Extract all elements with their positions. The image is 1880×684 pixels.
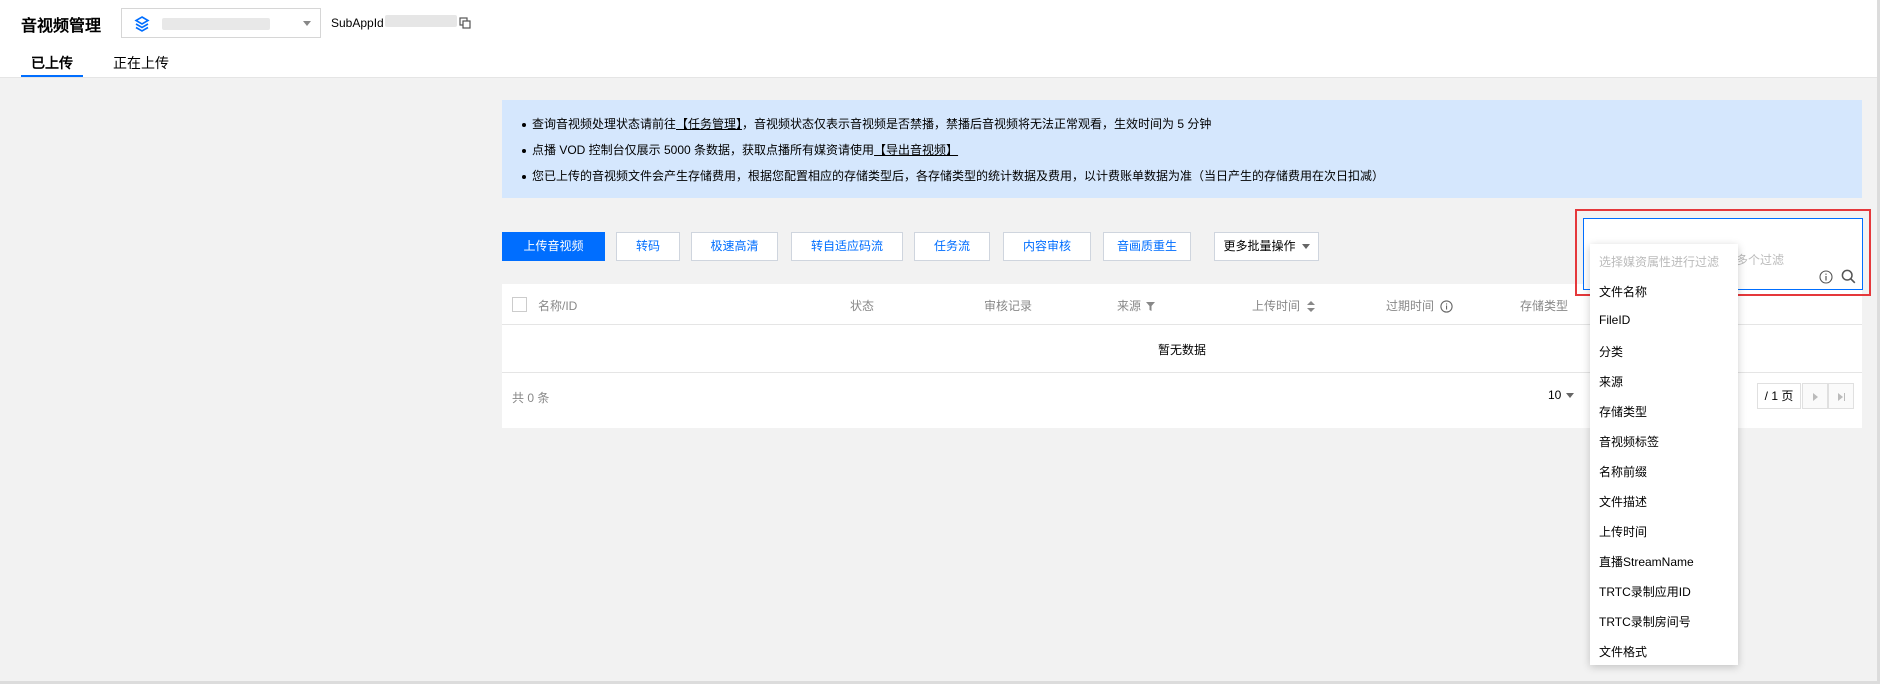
- chevron-down-icon: [1301, 244, 1310, 250]
- remaster-button[interactable]: 音画质重生: [1103, 232, 1191, 261]
- column-status: 状态: [850, 299, 875, 313]
- dropdown-hint: 选择媒资属性进行过滤: [1599, 255, 1720, 269]
- filter-option-source[interactable]: 来源: [1599, 373, 1623, 390]
- notice-panel: 查询音视频处理状态请前往【任务管理】，音视频状态仅表示音视频是否禁播，禁播后音视…: [502, 100, 1862, 198]
- column-review-record: 审核记录: [984, 299, 1033, 313]
- tab-uploading[interactable]: 正在上传: [113, 53, 169, 73]
- filter-option-trtc-room-id[interactable]: TRTC录制房间号: [1599, 613, 1691, 630]
- next-page-button[interactable]: [1802, 383, 1828, 409]
- filter-option-fileid[interactable]: FileID: [1599, 313, 1630, 327]
- more-batch-actions-button[interactable]: 更多批量操作: [1214, 232, 1319, 261]
- layers-icon: [134, 16, 150, 32]
- app-selector[interactable]: [121, 8, 321, 38]
- filter-option-upload-time[interactable]: 上传时间: [1599, 523, 1647, 540]
- transcode-button[interactable]: 转码: [616, 232, 680, 261]
- filter-option-stream-name[interactable]: 直播StreamName: [1599, 553, 1694, 570]
- filter-icon[interactable]: [1146, 302, 1156, 312]
- copy-icon[interactable]: [459, 17, 471, 29]
- page-total: / 1 页: [1757, 383, 1801, 409]
- filter-option-description[interactable]: 文件描述: [1599, 493, 1647, 510]
- app-name-redacted: [162, 18, 270, 30]
- chevron-down-icon: [1566, 393, 1575, 399]
- column-name-id: 名称/ID: [538, 299, 578, 313]
- filter-option-storage-type[interactable]: 存储类型: [1599, 403, 1647, 420]
- filter-option-trtc-app-id[interactable]: TRTC录制应用ID: [1599, 583, 1691, 600]
- taskflow-button[interactable]: 任务流: [914, 232, 990, 261]
- info-icon[interactable]: [1440, 300, 1454, 313]
- subapp-id-redacted: [385, 15, 457, 27]
- filter-option-name-prefix[interactable]: 名称前缀: [1599, 463, 1647, 480]
- column-expire-time: 过期时间: [1386, 297, 1454, 314]
- column-storage-type: 存储类型: [1520, 299, 1569, 313]
- filter-option-file-format[interactable]: 文件格式: [1599, 643, 1647, 660]
- filter-option-category[interactable]: 分类: [1599, 343, 1623, 360]
- sort-icon[interactable]: [1307, 301, 1316, 313]
- content-moderation-button[interactable]: 内容审核: [1003, 232, 1091, 261]
- page-size-select[interactable]: 10: [1548, 388, 1575, 402]
- subapp-label: SubAppId: [331, 16, 384, 30]
- notice-line: 查询音视频处理状态请前往【任务管理】，音视频状态仅表示音视频是否禁播，禁播后音视…: [522, 115, 1211, 132]
- tab-uploaded[interactable]: 已上传: [31, 53, 73, 73]
- select-all-checkbox[interactable]: [512, 297, 527, 312]
- total-count: 共 0 条: [512, 391, 550, 405]
- export-media-link[interactable]: 【导出音视频】: [874, 143, 958, 157]
- notice-line: 点播 VOD 控制台仅展示 5000 条数据，获取点播所有媒资请使用【导出音视频…: [522, 141, 958, 158]
- top-bar: 音视频管理 SubAppId 已上传 正在上传: [0, 0, 1880, 78]
- page-title: 音视频管理: [21, 18, 102, 35]
- tesHD-button[interactable]: 极速高清: [691, 232, 778, 261]
- adaptive-streaming-button[interactable]: 转自适应码流: [791, 232, 903, 261]
- notice-line: 您已上传的音视频文件会产生存储费用，根据您配置相应的存储类型后，各存储类型的统计…: [522, 167, 1384, 184]
- column-source[interactable]: 来源: [1117, 297, 1156, 314]
- upload-media-button[interactable]: 上传音视频: [502, 232, 605, 261]
- last-page-button[interactable]: [1828, 383, 1854, 409]
- active-tab-indicator: [21, 75, 83, 77]
- filter-option-media-tag[interactable]: 音视频标签: [1599, 433, 1659, 450]
- filter-option-file-name[interactable]: 文件名称: [1599, 283, 1647, 300]
- chevron-down-icon: [303, 21, 311, 26]
- filter-dropdown: 选择媒资属性进行过滤 文件名称 FileID 分类 来源 存储类型 音视频标签 …: [1590, 244, 1738, 665]
- column-upload-time[interactable]: 上传时间: [1252, 297, 1316, 314]
- task-management-link[interactable]: 【任务管理】: [676, 117, 742, 131]
